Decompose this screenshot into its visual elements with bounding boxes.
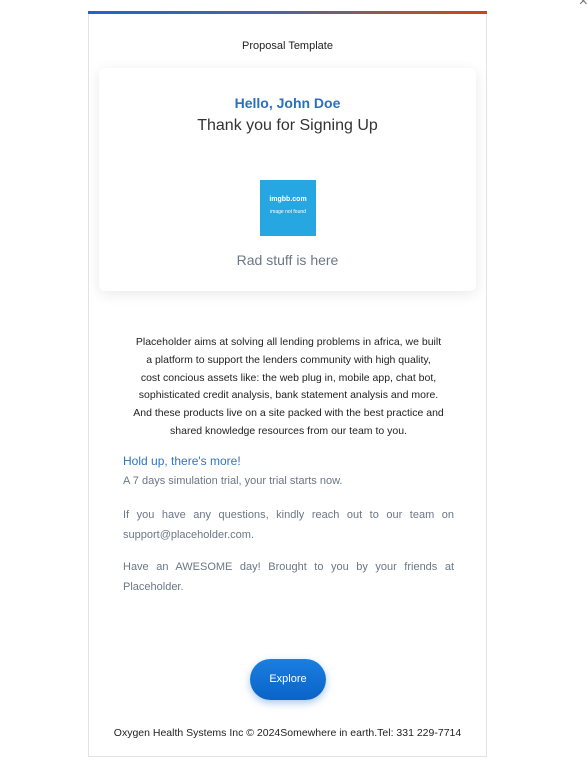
- intro-paragraph: Placeholder aims at solving all lending …: [119, 334, 458, 441]
- intro-line: cost concious assets like: the web plug …: [140, 371, 437, 384]
- email-preview: Proposal Template Hello, John Doe Thank …: [88, 11, 487, 757]
- image-placeholder-text: imgbb.com: [269, 196, 307, 203]
- image-placeholder-subtext: image not found: [270, 209, 306, 215]
- intro-line: shared knowledge resources from our team…: [170, 424, 407, 437]
- sign-off-text: Have an AWESOME day! Brought to you by y…: [123, 561, 454, 593]
- tagline: Rad stuff is here: [236, 252, 339, 268]
- welcome-card: Hello, John Doe Thank you for Signing Up…: [99, 68, 476, 291]
- headline: Thank you for Signing Up: [197, 117, 378, 134]
- intro-line: a platform to support the lenders commun…: [146, 353, 431, 366]
- greeting: Hello, John Doe: [234, 95, 341, 111]
- trial-text: A 7 days simulation trial, your trial st…: [123, 475, 343, 487]
- intro-line: Placeholder aims at solving all lending …: [135, 336, 442, 348]
- questions-text: If you have any questions, kindly reach …: [123, 509, 454, 541]
- image-placeholder: imgbb.com image not found: [260, 180, 316, 236]
- accent-bar: [88, 11, 487, 14]
- template-title: Proposal Template: [242, 40, 333, 52]
- intro-line: sophisticated credit analysis, bank stat…: [138, 389, 439, 402]
- footer: Oxygen Health Systems Inc © 2024Somewher…: [113, 727, 462, 739]
- explore-button[interactable]: Explore: [250, 659, 326, 700]
- hold-up-heading: Hold up, there's more!: [123, 454, 241, 468]
- close-icon[interactable]: ×: [579, 0, 588, 10]
- intro-line: And these products live on a site packed…: [133, 407, 444, 420]
- page: × Proposal Template Hello, John Doe Than…: [0, 0, 588, 780]
